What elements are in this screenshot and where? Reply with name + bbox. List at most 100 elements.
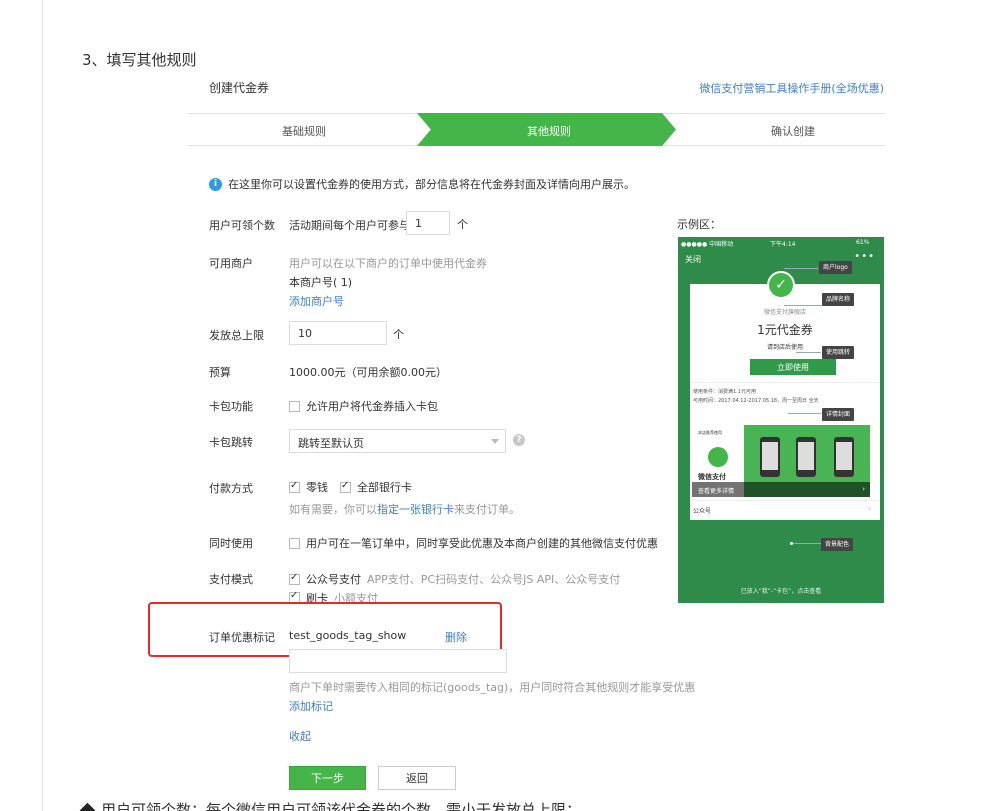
payment-option-bankcard[interactable]: 全部银行卡 bbox=[340, 479, 412, 495]
callout-line-logo bbox=[784, 268, 818, 269]
callout-line-cover bbox=[788, 413, 821, 414]
payment-change-checkbox[interactable] bbox=[289, 480, 300, 493]
info-icon: i bbox=[209, 177, 222, 191]
chevron-down-icon bbox=[491, 439, 499, 444]
pay-mode-official-detail: APP支付、PC扫码支付、公众号JS API、公众号支付 bbox=[367, 573, 621, 586]
card-pack-option[interactable]: 允许用户将代金券插入卡包 bbox=[289, 398, 438, 414]
card-pack-label: 卡包功能 bbox=[209, 400, 253, 413]
add-merchant-link[interactable]: 添加商户号 bbox=[289, 293, 344, 309]
see-more-text: 查看更多详情 bbox=[698, 488, 735, 495]
step-progress: 基础规则 其他规则 确认创建 bbox=[188, 113, 886, 146]
total-limit-suffix: 个 bbox=[393, 328, 404, 341]
callout-brand-name: 品牌名称 bbox=[822, 293, 855, 306]
payment-label: 付款方式 bbox=[209, 482, 253, 495]
step-other-rules: 其他规则 bbox=[527, 125, 571, 138]
same-time-checkbox[interactable] bbox=[289, 537, 300, 549]
total-limit-input[interactable]: 10 bbox=[289, 321, 387, 345]
per-user-prefix: 活动期间每个用户可参与 bbox=[289, 219, 410, 232]
card-jump-select[interactable]: 跳转至默认页 bbox=[289, 429, 506, 453]
same-time-option[interactable]: 用户可在一笔订单中，同时享受此优惠及本商户创建的其他微信支付优惠 bbox=[289, 535, 658, 551]
callout-line-bg bbox=[793, 543, 821, 544]
card-divider bbox=[690, 382, 880, 383]
card-pack-option-label: 允许用户将代金券插入卡包 bbox=[306, 400, 438, 413]
time-text: 下午4:14 bbox=[770, 241, 796, 248]
budget-label: 预算 bbox=[209, 366, 231, 379]
merchant-logo-icon: ✓ bbox=[767, 271, 795, 299]
form-title: 创建代金券 bbox=[209, 81, 270, 95]
total-limit-label: 发放总上限 bbox=[209, 329, 264, 342]
step-basic-rules: 基础规则 bbox=[282, 125, 326, 138]
manual-link[interactable]: 微信支付营销工具操作手册(全场优惠) bbox=[699, 80, 884, 96]
add-tag-link[interactable]: 添加标记 bbox=[289, 698, 333, 714]
battery-text: 61% bbox=[856, 239, 870, 246]
preview-footer: 已放入“我”-“卡包”，点击查看 bbox=[740, 588, 822, 595]
detail-cover: 本店推荐使用 微信支付 查看更多详情 › bbox=[692, 425, 870, 497]
info-banner: i 在这里你可以设置代金券的使用方式，部分信息将在代金券封面及详情向用户展示。 bbox=[209, 176, 635, 192]
payment-change-label: 零钱 bbox=[306, 481, 328, 494]
payment-bankcard-checkbox[interactable] bbox=[340, 480, 351, 493]
back-button[interactable]: 返回 bbox=[378, 766, 456, 790]
callout-use-jump: 使用跳转 bbox=[822, 346, 855, 359]
step-confirm: 确认创建 bbox=[771, 125, 815, 138]
use-condition: 使用条件：消费满1.1元可用 bbox=[693, 389, 756, 395]
help-icon[interactable]: ? bbox=[513, 434, 525, 446]
wechat-pay-icon bbox=[708, 447, 728, 467]
merchant-id: 本商户号( 1) bbox=[289, 276, 353, 289]
coupon-card: 微信支付旗舰店 1元代金券 请到店后使用 立即使用 使用条件：消费满1.1元可用… bbox=[690, 284, 880, 520]
see-more-bar: 查看更多详情 › bbox=[692, 482, 870, 497]
payment-bankcard-label: 全部银行卡 bbox=[357, 481, 412, 494]
card-divider-2 bbox=[690, 500, 880, 501]
per-user-label: 用户可领个数 bbox=[209, 219, 275, 232]
store-name: 微信支付旗舰店 bbox=[763, 309, 806, 316]
collapse-link[interactable]: 收起 bbox=[289, 728, 311, 744]
phone-status-bar: ●●●●● 中国移动 下午4:14 61% bbox=[678, 237, 884, 248]
card-jump-selected: 跳转至默认页 bbox=[298, 437, 364, 450]
merchants-hint: 用户可以在以下商户的订单中使用代金券 bbox=[289, 257, 487, 270]
same-time-label: 同时使用 bbox=[209, 537, 253, 550]
card-pack-checkbox[interactable] bbox=[289, 400, 300, 412]
cover-caption: 微信支付 bbox=[698, 473, 726, 481]
use-period: 可用时间：2017.04.12-2017.05.18，周一至周日 全天 bbox=[693, 398, 819, 404]
callout-detail-cover: 详情封面 bbox=[822, 408, 855, 421]
pay-mode-option-official[interactable]: 公众号支付 APP支付、PC扫码支付、公众号JS API、公众号支付 bbox=[289, 571, 620, 587]
coupon-name: 1元代金券 bbox=[757, 323, 813, 337]
pay-mode-label: 支付模式 bbox=[209, 573, 253, 586]
coupon-preview: ●●●●● 中国移动 下午4:14 61% 关闭 ••• 微信支付旗舰店 1元代… bbox=[678, 237, 884, 603]
specify-bankcard-link[interactable]: 指定一张银行卡 bbox=[377, 503, 454, 516]
bottom-note: 用户可领个数：每个微信用户可领该代金券的个数，需小于发放总上限； bbox=[79, 799, 582, 811]
chevron-right-icon: › bbox=[862, 485, 865, 493]
per-user-suffix: 个 bbox=[457, 218, 468, 231]
merchants-label: 可用商户 bbox=[209, 257, 253, 270]
mini-phone-2 bbox=[796, 437, 816, 477]
same-time-option-label: 用户可在一笔订单中，同时享受此优惠及本商户创建的其他微信支付优惠 bbox=[306, 537, 658, 550]
official-chevron-icon: › bbox=[868, 504, 872, 513]
bottom-note-text: 用户可领个数：每个微信用户可领该代金券的个数，需小于发放总上限； bbox=[101, 801, 582, 811]
more-icon: ••• bbox=[854, 251, 875, 262]
payment-hint-suffix: 来支付订单。 bbox=[454, 503, 520, 516]
cover-sub: 本店推荐使用 bbox=[698, 430, 722, 435]
pay-mode-official-label: 公众号支付 bbox=[306, 573, 361, 586]
goods-tag-input[interactable] bbox=[289, 649, 507, 673]
use-now-button: 立即使用 bbox=[750, 359, 836, 375]
next-button[interactable]: 下一步 bbox=[289, 766, 366, 790]
payment-option-change[interactable]: 零钱 bbox=[289, 479, 328, 495]
payment-hint-prefix: 如有需要，你可以 bbox=[289, 503, 377, 516]
callout-merchant-logo: 商户logo bbox=[819, 261, 852, 274]
callout-bg-color: 背景配色 bbox=[821, 538, 854, 551]
callout-line-brand bbox=[784, 305, 822, 306]
info-text: 在这里你可以设置代金券的使用方式，部分信息将在代金券封面及详情向用户展示。 bbox=[228, 178, 635, 191]
official-account: 公众号 bbox=[693, 508, 712, 515]
mini-phone-1 bbox=[760, 437, 780, 477]
pay-mode-official-checkbox[interactable] bbox=[289, 572, 300, 585]
left-divider bbox=[42, 0, 43, 811]
example-label: 示例区： bbox=[677, 218, 721, 231]
payment-hint: 如有需要，你可以指定一张银行卡来支付订单。 bbox=[289, 501, 520, 517]
goods-tag-hint: 商户下单时需要传入相同的标记(goods_tag)，用户同时符合其他规则才能享受… bbox=[289, 681, 696, 694]
carrier-text: ●●●●● 中国移动 bbox=[681, 241, 734, 248]
per-user-input[interactable]: 1 bbox=[406, 211, 450, 235]
budget-value: 1000.00元（可用余额0.00元） bbox=[289, 366, 447, 379]
card-jump-label: 卡包跳转 bbox=[209, 436, 253, 449]
diamond-bullet-icon bbox=[79, 802, 96, 811]
section-title: 3、填写其他规则 bbox=[82, 51, 197, 69]
callout-line-jump bbox=[796, 352, 821, 353]
